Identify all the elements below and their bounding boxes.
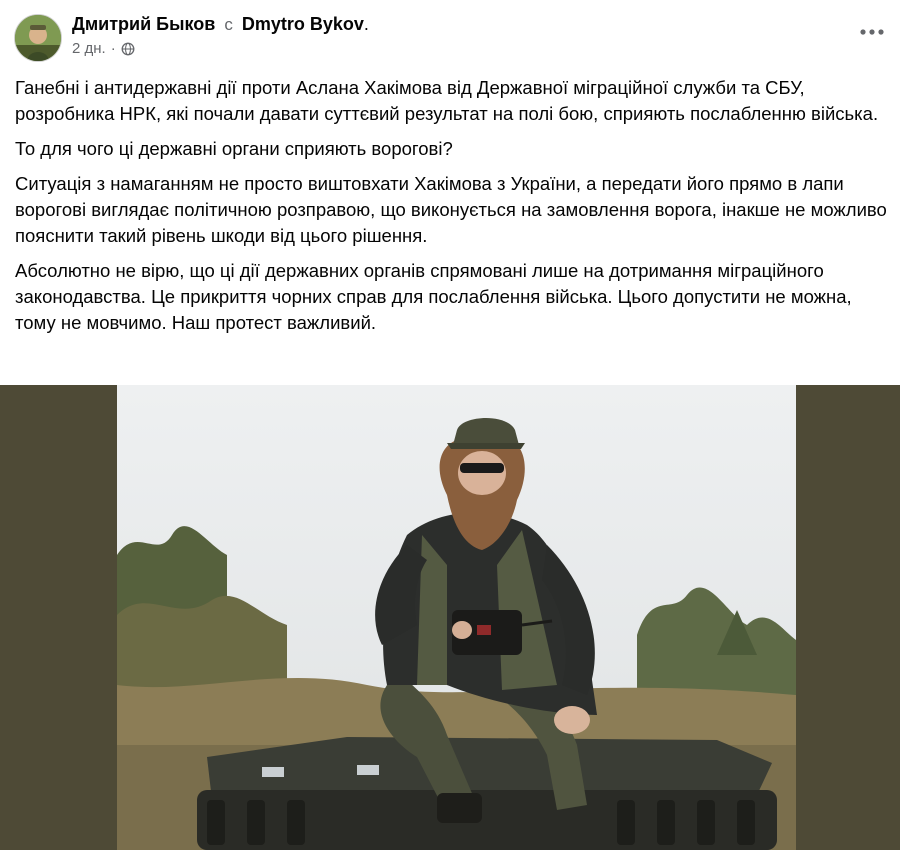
post-photo[interactable] [117,385,796,850]
post-paragraph: Ситуація з намаганням не просто виштовха… [15,173,887,246]
author-name[interactable]: Дмитрий Быков [72,14,215,34]
avatar[interactable] [14,14,62,62]
more-options-icon [860,29,884,35]
more-options-button[interactable] [858,22,886,42]
post-media[interactable] [0,385,900,850]
post-text: Ганебні і антидержавні дії проти Аслана … [15,75,887,345]
author-trailing: . [363,14,369,34]
post-paragraph: Абсолютно не вірю, що ці дії державних о… [15,260,852,333]
author-separator: с [224,15,233,34]
author-line: Дмитрий Быков с Dmytro Bykov. [72,14,369,35]
post-meta: 2 дн. · [72,40,135,57]
facebook-post: Дмитрий Быков с Dmytro Bykov. 2 дн. · Га… [0,0,900,850]
post-paragraph: Ганебні і антидержавні дії проти Аслана … [15,77,879,124]
avatar-image [15,15,61,61]
post-paragraph: То для чого ці державні органи сприяють … [15,138,453,159]
tagged-user-name[interactable]: Dmytro Bykov [242,14,364,34]
post-timestamp[interactable]: 2 дн. [72,40,106,57]
globe-icon [121,42,135,56]
meta-dot: · [110,40,116,57]
